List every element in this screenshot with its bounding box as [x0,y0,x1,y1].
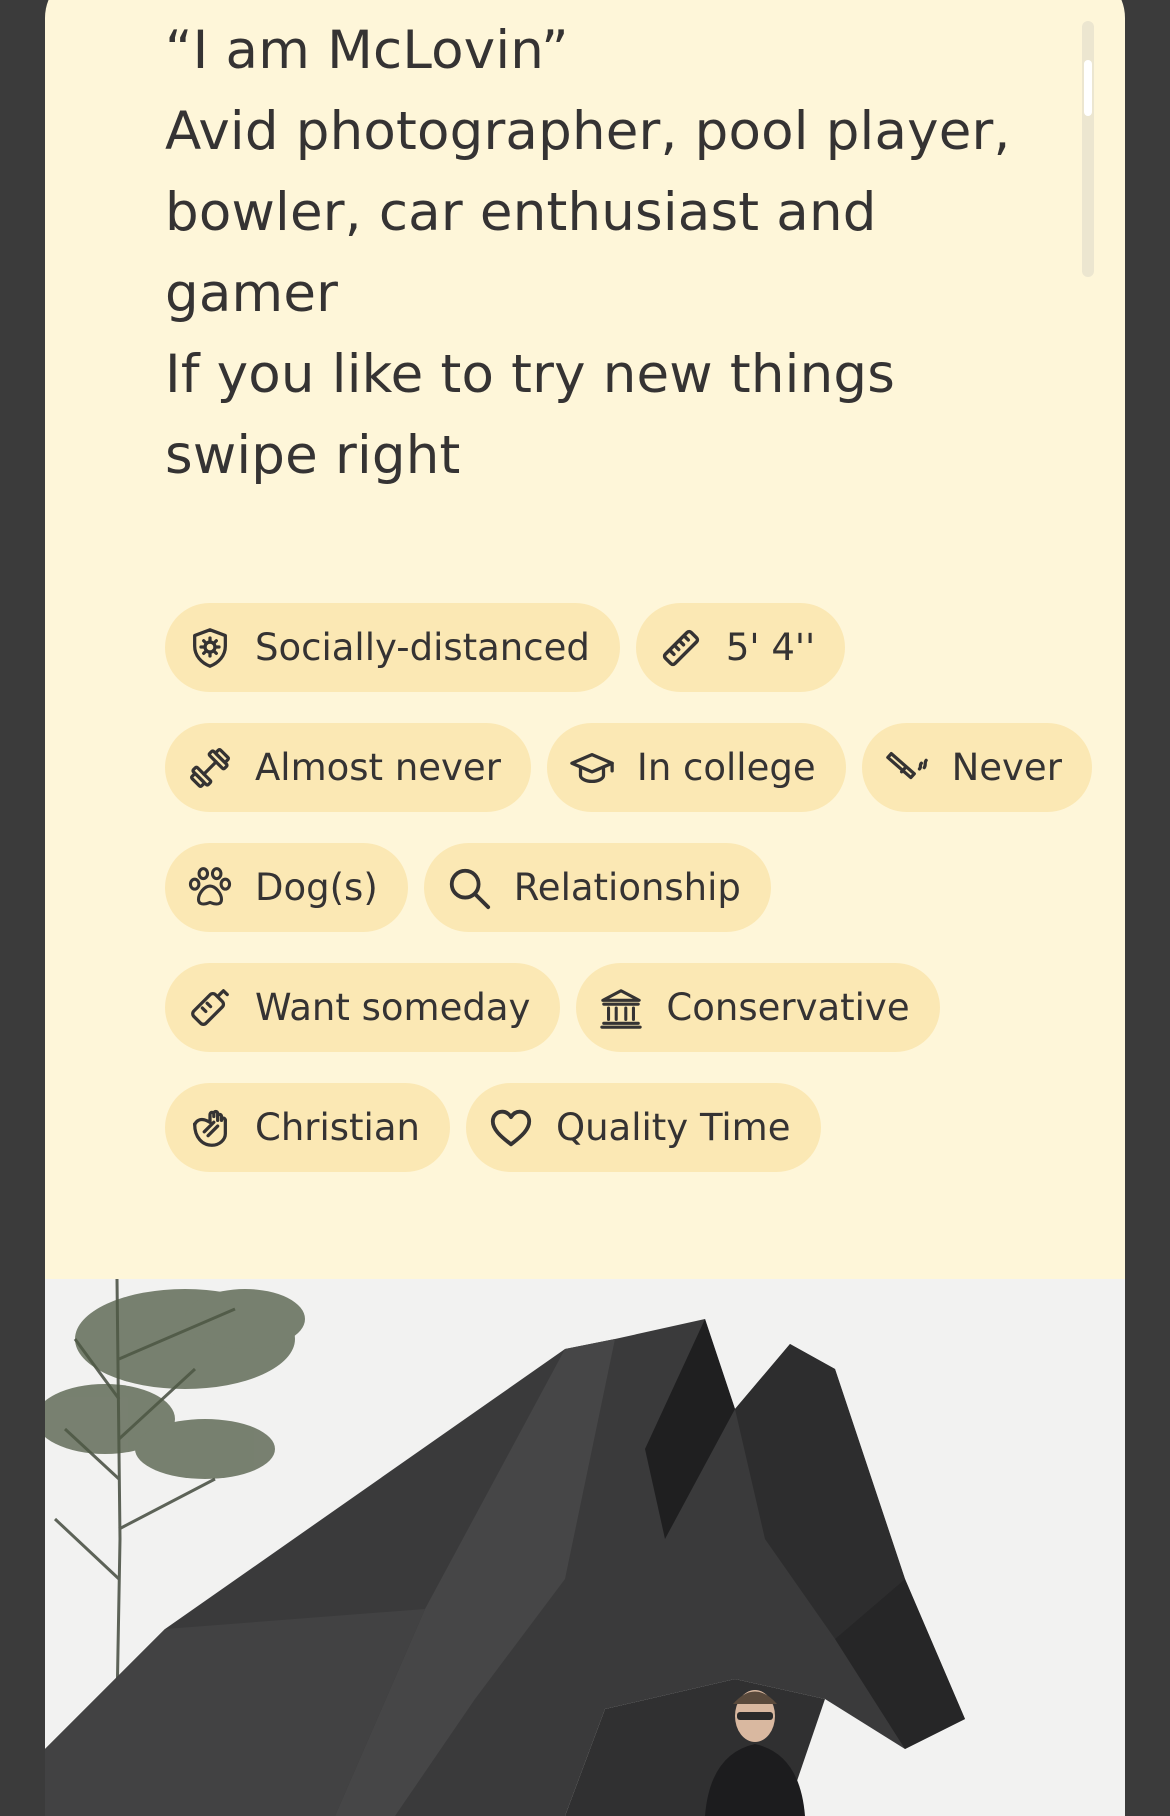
chip-covid-preference: Socially-distanced [165,603,620,692]
dumbbell-icon [187,745,233,791]
cigarette-icon [884,745,930,791]
chip-label: Never [951,746,1062,789]
chip-height: 5' 4'' [635,603,846,692]
chip-label: Socially-distanced [255,626,590,669]
chip-smoking: Never [861,723,1092,812]
praying-hands-icon [187,1105,233,1151]
chip-label: Dog(s) [255,866,378,909]
profile-bio: “I am McLovin” Avid photographer, pool p… [165,10,1095,496]
chip-label: Relationship [513,866,741,909]
heart-icon [488,1105,534,1151]
chip-religion: Christian [165,1083,450,1172]
photo-illustration [45,1279,1125,1816]
chip-label: Almost never [255,746,501,789]
chip-row: Want someday Conservative [165,963,1065,1052]
government-building-icon [598,985,644,1031]
chip-row: Christian Quality Time [165,1083,1065,1172]
ruler-icon [658,625,704,671]
bio-line: “I am McLovin” [165,20,569,81]
chip-row: Dog(s) Relationship [165,843,1065,932]
graduation-cap-icon [569,745,615,791]
chip-label: 5' 4'' [725,626,816,669]
profile-photo[interactable] [45,1279,1125,1816]
chip-label: Christian [255,1106,420,1149]
chip-row: Almost never In college Never [165,723,1092,812]
bio-line: If you like to try new things [165,344,896,405]
chip-politics: Conservative [576,963,940,1052]
chip-label: In college [636,746,816,789]
chip-label: Conservative [666,986,910,1029]
search-icon [446,865,492,911]
chip-label: Quality Time [555,1106,791,1149]
bio-line: gamer [165,263,339,324]
chip-education: In college [546,723,846,812]
chip-row: Socially-distanced 5' 4'' [165,603,1065,692]
paw-icon [187,865,233,911]
chip-pets: Dog(s) [165,843,408,932]
pacifier-icon [187,985,233,1031]
chip-love-language: Quality Time [465,1083,821,1172]
bio-line: bowler, car enthusiast and [165,182,877,243]
bio-line: swipe right [165,425,461,486]
chip-looking-for: Relationship [423,843,771,932]
bio-line: Avid photographer, pool player, [165,101,1011,162]
chip-label: Want someday [255,986,531,1029]
chip-exercise: Almost never [165,723,531,812]
profile-attributes: Socially-distanced 5' 4'' Almost never I… [165,603,1092,1203]
shield-virus-icon [187,625,233,671]
chip-family-plans: Want someday [165,963,561,1052]
